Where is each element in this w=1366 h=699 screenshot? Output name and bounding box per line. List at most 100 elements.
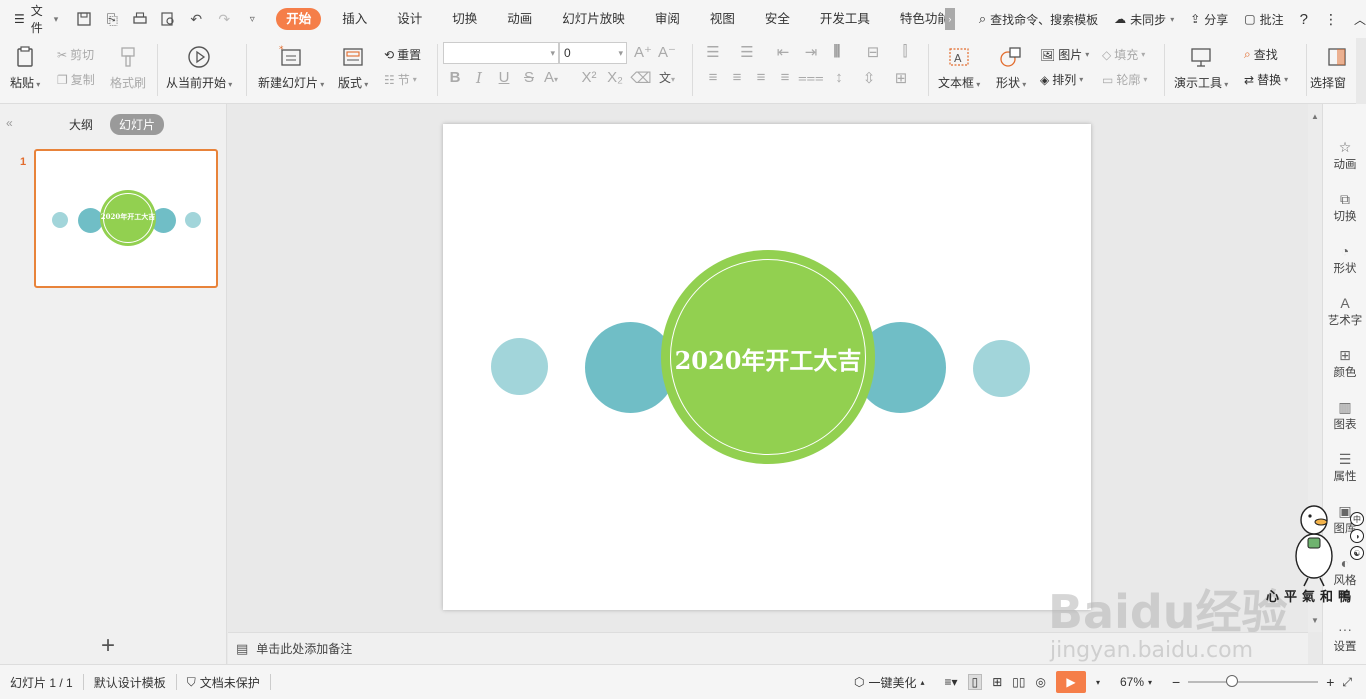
paragraph-spacing-icon[interactable]: ⇳ (858, 69, 880, 87)
tab-insert[interactable]: 插入 (327, 8, 382, 30)
tab-developer[interactable]: 开发工具 (805, 8, 885, 30)
chevron-right-icon[interactable]: › (944, 8, 955, 30)
section-button[interactable]: ☷ 节 ▾ (384, 71, 417, 88)
save-icon[interactable] (74, 9, 94, 29)
cut-button[interactable]: ✂ 剪切 (57, 46, 94, 63)
slideshow-play-button[interactable]: ▶ (1055, 671, 1086, 693)
font-name-combo[interactable]: ▾ (443, 42, 559, 64)
paste-button[interactable]: 粘贴 ▾ (10, 38, 40, 91)
presentation-tools-button[interactable]: 演示工具 ▾ (1174, 38, 1228, 91)
replace-button[interactable]: ⇄ 替换 ▾ (1244, 71, 1288, 88)
distributed-icon[interactable]: ⩶ (798, 69, 824, 86)
print-preview-icon[interactable] (158, 9, 178, 29)
scroll-down-icon[interactable]: ▼ (1311, 616, 1319, 625)
superscript-icon[interactable]: X² (578, 69, 600, 86)
phonetic-guide-icon[interactable]: 文▾ (656, 69, 678, 86)
fill-button[interactable]: ◇ 填充 ▾ (1102, 46, 1145, 63)
reading-view-icon[interactable]: ▯▯ (1012, 675, 1025, 689)
text-direction-icon[interactable]: ⫼ (826, 43, 848, 60)
sidebar-item-color[interactable]: ⊞ 颜色 (1323, 346, 1366, 380)
bullet-list-icon[interactable]: ☰ (702, 43, 724, 61)
design-template[interactable]: 默认设计模板 (84, 674, 176, 691)
underline-icon[interactable]: U (493, 69, 515, 86)
italic-icon[interactable]: I (468, 69, 490, 87)
bold-icon[interactable]: B (444, 69, 466, 86)
font-size-combo[interactable]: 0 ▾ (559, 42, 627, 64)
picture-button[interactable]: 🖼 图片 ▾ (1040, 46, 1089, 63)
align-right-icon[interactable]: ≡ (750, 69, 772, 86)
tab-special[interactable]: 特色功能 (885, 8, 945, 30)
sync-status[interactable]: ☁ 未同步 ▾ (1114, 11, 1174, 28)
tab-transitions[interactable]: 切换 (437, 8, 492, 30)
strikethrough-icon[interactable]: S (518, 69, 540, 86)
notes-toggle-icon[interactable]: ≡▾ (945, 675, 958, 689)
tab-security[interactable]: 安全 (750, 8, 805, 30)
zoom-slider-thumb[interactable] (1226, 675, 1239, 687)
zoom-slider[interactable] (1188, 675, 1319, 687)
tab-review[interactable]: 审阅 (640, 8, 695, 30)
normal-view-icon[interactable]: ▯ (967, 674, 983, 690)
redo-icon[interactable]: ↷ (214, 9, 234, 29)
play-from-current-button[interactable]: 从当前开始 ▾ (166, 38, 232, 91)
sidebar-item-shape[interactable]: ◔ 形状 (1323, 242, 1366, 276)
collapse-panel-icon[interactable]: « (6, 116, 13, 130)
sidebar-item-properties[interactable]: ☰ 属性 (1323, 450, 1366, 484)
more-options-icon[interactable]: ⋮ (1324, 11, 1338, 28)
layout-button[interactable]: 版式 ▾ (338, 38, 368, 91)
protection-status[interactable]: ⛉ 文档未保护 (177, 674, 270, 691)
circle-left-small[interactable] (491, 338, 548, 395)
align-center-icon[interactable]: ≡ (726, 69, 748, 86)
customize-toolbar-icon[interactable]: ▿ (242, 9, 262, 29)
sidebar-item-settings[interactable]: ··· 设置 (1323, 620, 1366, 654)
decrease-indent-icon[interactable]: ⇤ (772, 43, 794, 61)
increase-indent-icon[interactable]: ⇥ (800, 43, 822, 61)
sidebar-item-animation[interactable]: ☆ 动画 (1323, 138, 1366, 172)
decrease-font-icon[interactable]: A⁻ (656, 43, 678, 61)
justify-icon[interactable]: ≡ (774, 69, 796, 86)
tab-home[interactable]: 开始 (276, 8, 322, 30)
one-click-beautify[interactable]: ⬡ 一键美化 ▴ (844, 674, 935, 691)
align-text-icon[interactable]: ⊟ (862, 43, 884, 61)
line-spacing-icon[interactable]: ↕ (828, 69, 850, 86)
font-color-icon[interactable]: A▾ (540, 69, 562, 86)
tab-design[interactable]: 设计 (382, 8, 437, 30)
slide-title[interactable]: 2020年开工大吉 (661, 341, 875, 376)
tab-slides[interactable]: 幻灯片 (110, 114, 165, 135)
border-icon[interactable]: ⊞ (890, 69, 912, 87)
outline-button[interactable]: ▭ 轮廓 ▾ (1102, 71, 1147, 88)
circle-right-small[interactable] (973, 340, 1030, 397)
sidebar-item-transition[interactable]: ⧉ 切换 (1323, 190, 1366, 224)
tab-outline[interactable]: 大纲 (60, 114, 102, 135)
comment-button[interactable]: ▢ 批注 (1244, 11, 1283, 28)
textbox-button[interactable]: A 文本框 ▾ (938, 38, 980, 91)
clear-format-icon[interactable]: ⌫ (630, 69, 652, 87)
zoom-out-icon[interactable]: − (1172, 674, 1180, 690)
annotation-view-icon[interactable]: ◎ (1035, 675, 1045, 689)
zoom-in-icon[interactable]: + (1326, 674, 1334, 690)
export-pdf-icon[interactable]: ⎘ (102, 9, 122, 29)
slide-sorter-icon[interactable]: ⊞ (992, 675, 1002, 689)
slide[interactable]: 2020年开工大吉 (443, 124, 1091, 610)
increase-font-icon[interactable]: A⁺ (632, 43, 654, 61)
fit-window-icon[interactable]: ⤢ (1342, 675, 1352, 690)
scroll-up-icon[interactable]: ▲ (1311, 112, 1319, 121)
subscript-icon[interactable]: X₂ (604, 69, 626, 86)
selection-pane-button[interactable]: 选择窗 (1310, 38, 1356, 91)
help-button[interactable]: ? (1300, 11, 1308, 28)
file-menu[interactable]: ☰ 文件 ▾ (0, 0, 68, 38)
format-painter-button[interactable]: 格式刷 (110, 38, 146, 91)
align-left-icon[interactable]: ≡ (702, 69, 724, 86)
sidebar-item-chart[interactable]: ▥ 图表 (1323, 398, 1366, 432)
print-icon[interactable] (130, 9, 150, 29)
command-search[interactable]: ⌕ 查找命令、搜索模板 (979, 11, 1098, 28)
share-button[interactable]: ⇪ 分享 (1190, 11, 1228, 28)
sidebar-item-wordart[interactable]: A 艺术字 (1323, 294, 1366, 328)
shape-button[interactable]: 形状 ▾ (996, 38, 1026, 91)
new-slide-button[interactable]: * 新建幻灯片 ▾ (258, 38, 324, 91)
arrange-button[interactable]: ◈ 排列 ▾ (1040, 71, 1083, 88)
undo-icon[interactable]: ↶ (186, 9, 206, 29)
reset-button[interactable]: ⟲ 重置 (384, 46, 421, 63)
tab-animations[interactable]: 动画 (492, 8, 547, 30)
tab-slideshow[interactable]: 幻灯片放映 (547, 8, 640, 30)
find-button[interactable]: ⌕ 查找 (1244, 46, 1278, 63)
